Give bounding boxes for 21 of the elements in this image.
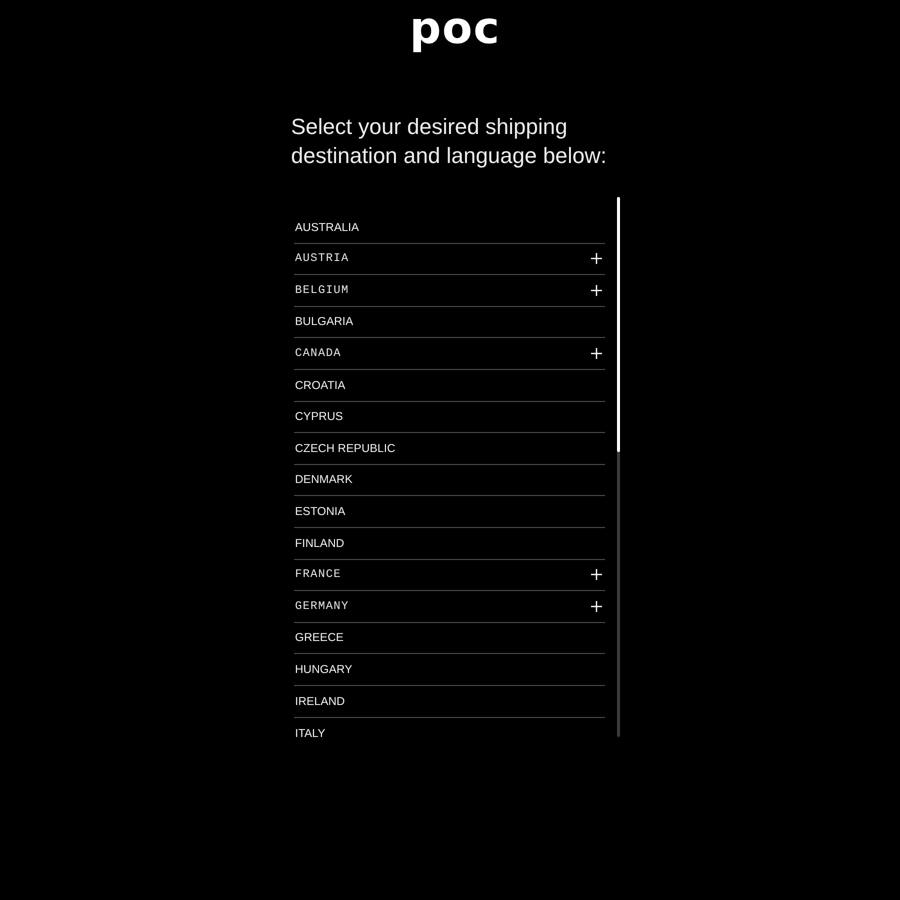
logo[interactable]: poc [410,7,500,51]
page-heading: Select your desired shipping destination and language below: [291,113,608,170]
scrollbar[interactable] [617,197,620,737]
country-toggle[interactable]: AUSTRIA [294,244,605,276]
country-link[interactable]: GREECE [294,622,605,654]
country-toggle[interactable]: GERMANY [294,591,605,623]
country-link[interactable]: DENMARK [294,464,605,496]
country-link[interactable]: AUSTRALIA [294,212,605,244]
country-toggle[interactable]: BELGIUM [294,275,605,307]
country-link[interactable]: BULGARIA [294,306,605,338]
country-toggle[interactable]: FRANCE [294,560,605,592]
country-toggle[interactable]: CANADA [294,338,605,370]
country-link[interactable]: HUNGARY [294,654,605,686]
country-link[interactable]: ITALY [294,718,605,750]
country-link[interactable]: FINLAND [294,528,605,560]
country-link[interactable]: CYPRUS [294,402,605,434]
country-link[interactable]: CROATIA [294,370,605,402]
country-link[interactable]: CZECH REPUBLIC [294,433,605,465]
scrollbar-thumb[interactable] [617,197,620,452]
country-link[interactable]: IRELAND [294,686,605,718]
country-link[interactable]: ESTONIA [294,496,605,528]
